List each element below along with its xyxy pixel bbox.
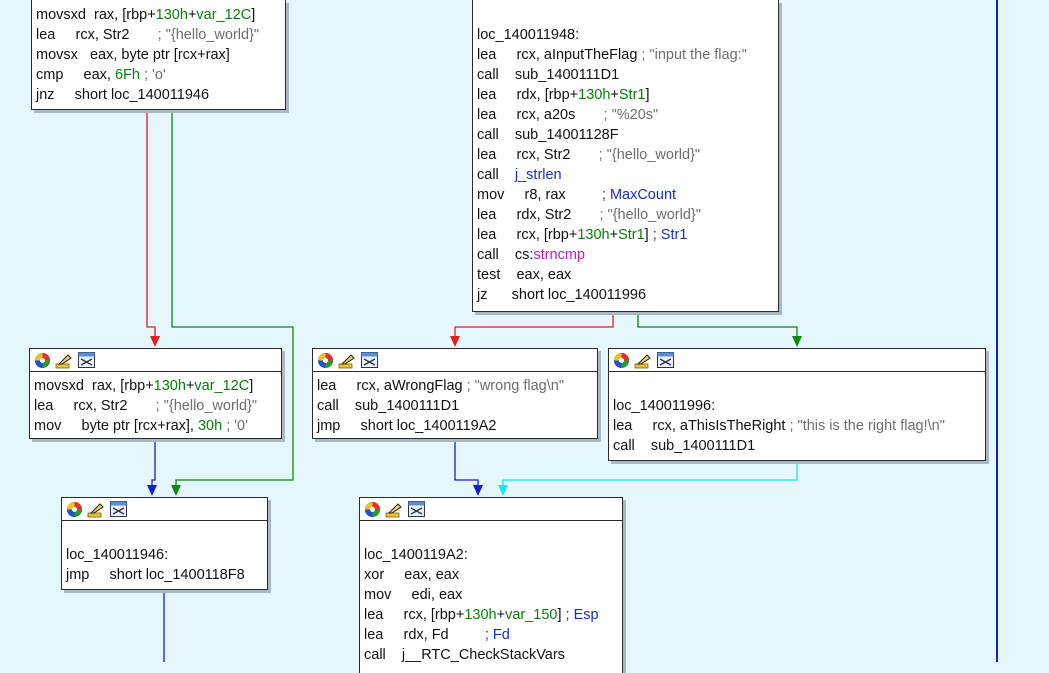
color-palette-icon[interactable] <box>612 351 630 369</box>
asm-line: call sub_14001128F <box>477 127 619 143</box>
asm-line: lea rcx, Str2 ; "{hello_world}" <box>477 147 701 163</box>
color-palette-icon[interactable] <box>316 351 334 369</box>
asm-line: call j_strlen <box>477 167 562 183</box>
asm-line: call j__RTC_CheckStackVars <box>364 647 565 663</box>
asm-line: lea rdx, Fd ; Fd <box>364 627 510 643</box>
asm-line: lea rcx, a20s ; "%20s" <box>477 107 659 123</box>
asm-line: test eax, eax <box>477 267 572 283</box>
asm-line: movsxd rax, [rbp+130h+var_12C] <box>34 378 254 394</box>
graph-toggle-icon[interactable] <box>109 500 127 518</box>
code-block-n4[interactable]: lea rcx, aWrongFlag ; "wrong flag\n" cal… <box>312 348 598 439</box>
asm-line: mov edi, eax <box>364 587 463 603</box>
code-block-n5[interactable]: loc_140011996: lea rcx, aThisIsTheRight … <box>608 348 986 461</box>
asm-line: lea rdx, [rbp+130h+Str1] <box>477 87 650 103</box>
edge-arrowhead <box>792 336 802 347</box>
graph-toggle-icon[interactable] <box>77 351 95 369</box>
edge-n5-n7 <box>502 460 798 487</box>
code-block-n7[interactable]: loc_1400119A2: xor eax, eax mov edi, eax… <box>359 497 623 673</box>
node-header <box>62 498 267 521</box>
code-block-n2[interactable]: loc_140011948: lea rcx, aInputTheFlag ; … <box>472 0 779 312</box>
edit-node-icon[interactable] <box>634 351 652 369</box>
asm-line: lea rcx, [rbp+130h+var_150] ; Esp <box>364 607 599 623</box>
asm-line: lea rdx, Str2 ; "{hello_world}" <box>477 207 701 223</box>
edit-node-icon[interactable] <box>87 500 105 518</box>
asm-line: lea rcx, [rbp+130h+Str1] ; Str1 <box>477 227 688 243</box>
edit-node-icon[interactable] <box>55 351 73 369</box>
asm-line: lea rcx, aWrongFlag ; "wrong flag\n" <box>317 378 564 394</box>
edge-arrowhead <box>498 485 508 496</box>
node-header <box>30 349 281 372</box>
code-block-n6[interactable]: loc_140011946: jmp short loc_1400118F8 <box>61 497 268 590</box>
n4-body: lea rcx, aWrongFlag ; "wrong flag\n" cal… <box>313 372 597 436</box>
edge-arrowhead <box>473 485 483 496</box>
asm-line: jz short loc_140011996 <box>477 287 647 303</box>
block-label: loc_1400119A2: <box>364 547 468 563</box>
n2-body: loc_140011948: lea rcx, aInputTheFlag ; … <box>473 0 778 305</box>
code-block-n3[interactable]: movsxd rax, [rbp+130h+var_12C] lea rcx, … <box>29 348 282 439</box>
asm-line: mov byte ptr [rcx+rax], 30h ; '0' <box>34 418 248 434</box>
edit-node-icon[interactable] <box>385 500 403 518</box>
color-palette-icon[interactable] <box>33 351 51 369</box>
code-block-n1[interactable]: movsxd rax, [rbp+130h+var_12C] lea rcx, … <box>31 0 286 110</box>
graph-toggle-icon[interactable] <box>407 500 425 518</box>
asm-line: cmp eax, 6Fh ; 'o' <box>36 67 166 83</box>
asm-line: movsx eax, byte ptr [rcx+rax] <box>36 47 230 63</box>
block-label: loc_140011948: <box>477 27 580 43</box>
edge-n3-n6 <box>151 437 156 487</box>
graph-toggle-icon[interactable] <box>656 351 674 369</box>
n7-body: loc_1400119A2: xor eax, eax mov edi, eax… <box>360 521 622 665</box>
edge-n1-false <box>146 109 156 338</box>
asm-line: lea rcx, aThisIsTheRight ; "this is the … <box>613 418 945 434</box>
asm-line: xor eax, eax <box>364 567 460 583</box>
color-palette-icon[interactable] <box>363 500 381 518</box>
asm-line: lea rcx, Str2 ; "{hello_world}" <box>34 398 258 414</box>
node-header <box>609 349 985 372</box>
asm-line: movsxd rax, [rbp+130h+var_12C] <box>36 7 256 23</box>
block-label: loc_140011996: <box>613 398 716 414</box>
edge-arrowhead <box>147 485 157 496</box>
n5-body: loc_140011996: lea rcx, aThisIsTheRight … <box>609 372 985 456</box>
node-header <box>313 349 597 372</box>
n3-body: movsxd rax, [rbp+130h+var_12C] lea rcx, … <box>30 372 281 436</box>
asm-line: call sub_1400111D1 <box>317 398 460 414</box>
asm-line: call sub_1400111D1 <box>613 438 756 454</box>
edit-node-icon[interactable] <box>338 351 356 369</box>
asm-line: jmp short loc_1400119A2 <box>317 418 497 434</box>
asm-line: call cs:strncmp <box>477 247 585 263</box>
edge-arrowhead <box>450 336 460 347</box>
asm-line: mov r8, rax ; MaxCount <box>477 187 677 203</box>
edge-n4-n7 <box>454 437 479 487</box>
asm-line: lea rcx, Str2 ; "{hello_world}" <box>36 27 260 43</box>
color-palette-icon[interactable] <box>65 500 83 518</box>
asm-line: jmp short loc_1400118F8 <box>66 567 245 583</box>
n6-body: loc_140011946: jmp short loc_1400118F8 <box>62 521 267 585</box>
edge-arrowhead <box>150 336 160 347</box>
edge-n2-true <box>637 311 798 338</box>
asm-line: call sub_1400111D1 <box>477 67 620 83</box>
graph-toggle-icon[interactable] <box>360 351 378 369</box>
asm-line: jnz short loc_140011946 <box>36 87 210 103</box>
edge-n2-false <box>454 311 614 338</box>
node-header <box>360 498 622 521</box>
edge-arrowhead <box>171 485 181 496</box>
block-label: loc_140011946: <box>66 547 169 563</box>
n1-body: movsxd rax, [rbp+130h+var_12C] lea rcx, … <box>32 0 285 105</box>
asm-line: lea rcx, aInputTheFlag ; "input the flag… <box>477 47 747 63</box>
